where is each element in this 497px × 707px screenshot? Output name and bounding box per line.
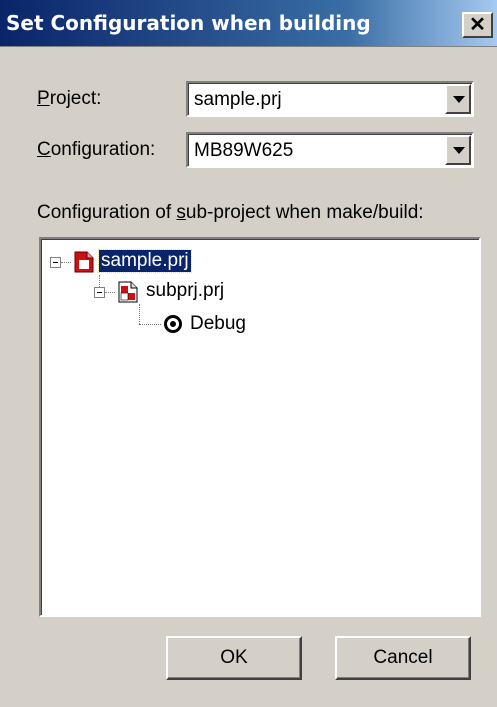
tree-connector <box>99 275 100 287</box>
tree-node-debug[interactable]: Debug <box>190 313 246 335</box>
subproject-label-post: ub-project when make/build: <box>185 202 424 223</box>
subproject-label-pre: Configuration of <box>37 202 177 223</box>
project-select[interactable]: sample.prj <box>186 81 474 117</box>
title-bar: Set Configuration when building ✕ <box>0 0 497 47</box>
tree-node-subprj-prj[interactable]: subprj.prj <box>146 280 224 302</box>
dialog-title: Set Configuration when building <box>6 11 371 35</box>
project-label-mnemonic: P <box>37 88 50 109</box>
project-label: Project: <box>37 88 101 110</box>
configuration-select[interactable]: MB89W625 <box>186 132 474 168</box>
tree-node-sample-prj[interactable]: sample.prj <box>98 249 192 273</box>
tree-connector <box>139 324 161 325</box>
tree-connector <box>105 292 115 293</box>
cancel-button[interactable]: Cancel <box>335 636 471 680</box>
subproject-label-mnemonic: s <box>176 202 186 223</box>
subproject-tree[interactable]: sample.prj subprj.prj Debug <box>39 237 481 617</box>
project-select-value: sample.prj <box>194 89 282 110</box>
close-icon: ✕ <box>469 14 486 36</box>
configuration-dropdown-button[interactable] <box>445 135 471 165</box>
subproject-file-icon <box>118 281 138 303</box>
project-file-icon <box>74 251 94 273</box>
ok-button[interactable]: OK <box>166 636 302 680</box>
configuration-label-mnemonic: C <box>37 139 51 160</box>
collapse-root-icon[interactable] <box>50 257 61 268</box>
configuration-label: Configuration: <box>37 139 155 161</box>
tree-connector <box>61 262 71 263</box>
configuration-select-value: MB89W625 <box>194 140 294 161</box>
radio-selected-icon <box>164 315 182 333</box>
collapse-subproject-icon[interactable] <box>94 287 105 298</box>
close-button[interactable]: ✕ <box>462 12 493 38</box>
tree-connector <box>139 304 140 324</box>
configuration-label-rest: onfiguration: <box>50 139 156 160</box>
subproject-label: Configuration of sub-project when make/b… <box>37 202 424 224</box>
project-label-rest: roject: <box>49 88 102 109</box>
project-dropdown-button[interactable] <box>445 84 471 114</box>
